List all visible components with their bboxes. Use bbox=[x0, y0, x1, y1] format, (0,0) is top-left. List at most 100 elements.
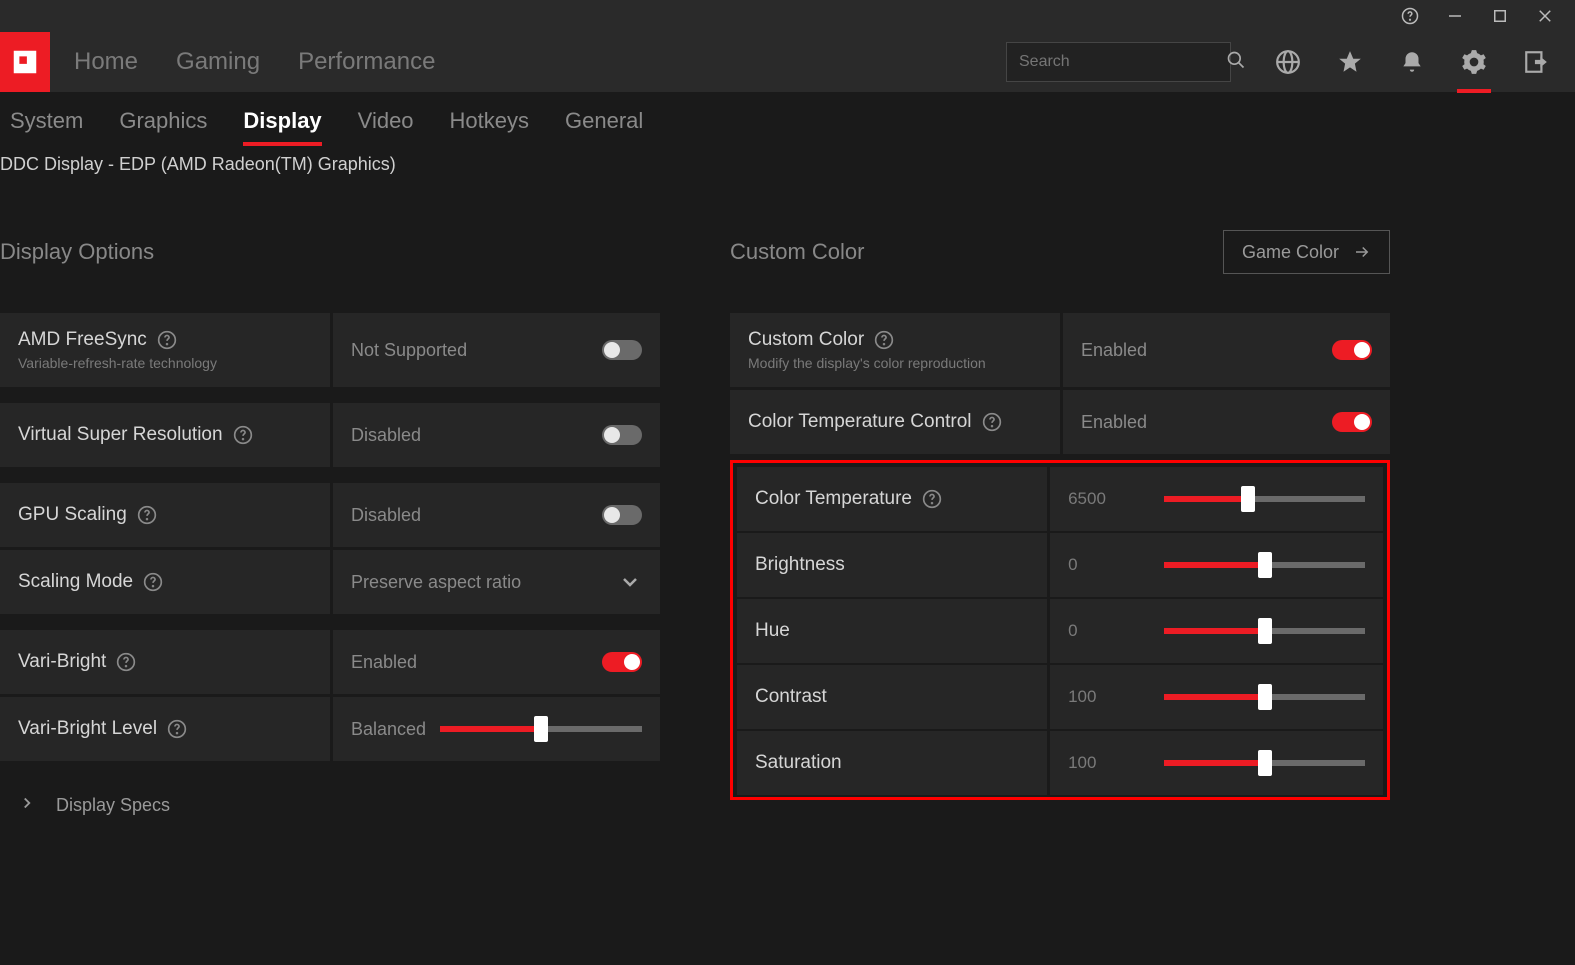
ctc-status: Enabled bbox=[1081, 412, 1147, 433]
ctc-label: Color Temperature Control bbox=[748, 411, 972, 433]
brightness-label: Brightness bbox=[755, 554, 845, 576]
arrow-right-icon bbox=[1353, 243, 1371, 261]
row-saturation: Saturation 100 bbox=[737, 731, 1383, 795]
custom-color-toggle[interactable] bbox=[1332, 340, 1372, 360]
row-vari-bright-level: Vari-Bright Level Balanced bbox=[0, 697, 660, 761]
row-scaling-mode: Scaling Mode Preserve aspect ratio bbox=[0, 550, 660, 614]
ctc-toggle[interactable] bbox=[1332, 412, 1372, 432]
game-color-label: Game Color bbox=[1242, 242, 1339, 263]
search-box[interactable] bbox=[1006, 42, 1231, 82]
vari-bright-slider[interactable] bbox=[426, 726, 642, 732]
vari-bright-status: Enabled bbox=[351, 652, 417, 673]
web-icon[interactable] bbox=[1271, 49, 1305, 75]
tab-performance[interactable]: Performance bbox=[298, 48, 435, 76]
saturation-label: Saturation bbox=[755, 752, 842, 774]
row-custom-color: Custom Color Modify the display's color … bbox=[730, 313, 1390, 387]
search-input[interactable] bbox=[1019, 53, 1226, 71]
star-icon[interactable] bbox=[1333, 49, 1367, 75]
custom-color-status: Enabled bbox=[1081, 340, 1147, 361]
help-icon[interactable] bbox=[1387, 0, 1432, 32]
row-color-temperature: Color Temperature 6500 bbox=[737, 467, 1383, 531]
freesync-label: AMD FreeSync bbox=[18, 329, 147, 351]
help-icon[interactable] bbox=[167, 719, 187, 739]
top-nav: Home Gaming Performance bbox=[0, 32, 1575, 92]
vari-bright-label: Vari-Bright bbox=[18, 651, 106, 673]
row-color-temp-control: Color Temperature Control Enabled bbox=[730, 390, 1390, 454]
help-icon[interactable] bbox=[922, 489, 942, 509]
help-icon[interactable] bbox=[233, 425, 253, 445]
color-temp-slider[interactable] bbox=[1150, 496, 1365, 502]
slider-highlight-box: Color Temperature 6500 Brightness 0 Hue bbox=[730, 460, 1390, 800]
search-icon bbox=[1226, 50, 1246, 75]
help-icon[interactable] bbox=[137, 505, 157, 525]
row-vari-bright: Vari-Bright Enabled bbox=[0, 630, 660, 694]
chevron-right-icon bbox=[18, 794, 36, 817]
brightness-slider[interactable] bbox=[1150, 562, 1365, 568]
display-options-section: Display Options AMD FreeSync Variable-re… bbox=[0, 227, 660, 847]
vari-bright-level-label: Vari-Bright Level bbox=[18, 718, 157, 740]
display-specs-label: Display Specs bbox=[56, 795, 170, 816]
chevron-down-icon bbox=[618, 570, 642, 594]
contrast-slider[interactable] bbox=[1150, 694, 1365, 700]
row-freesync: AMD FreeSync Variable-refresh-rate techn… bbox=[0, 313, 660, 387]
sub-tab-hotkeys[interactable]: Hotkeys bbox=[450, 108, 529, 134]
help-icon[interactable] bbox=[143, 572, 163, 592]
exit-icon[interactable] bbox=[1519, 49, 1553, 75]
saturation-value: 100 bbox=[1068, 753, 1128, 773]
vsr-label: Virtual Super Resolution bbox=[18, 424, 223, 446]
sub-nav: System Graphics Display Video Hotkeys Ge… bbox=[0, 92, 1575, 150]
sub-tab-system[interactable]: System bbox=[10, 108, 83, 134]
vari-bright-level-value: Balanced bbox=[351, 719, 426, 740]
help-icon[interactable] bbox=[874, 330, 894, 350]
tab-gaming[interactable]: Gaming bbox=[176, 48, 260, 76]
gpu-scaling-label: GPU Scaling bbox=[18, 504, 127, 526]
bell-icon[interactable] bbox=[1395, 49, 1429, 75]
row-vsr: Virtual Super Resolution Disabled bbox=[0, 403, 660, 467]
window-chrome bbox=[0, 0, 1575, 32]
display-name: DDC Display - EDP (AMD Radeon(TM) Graphi… bbox=[0, 150, 1575, 187]
row-gpu-scaling: GPU Scaling Disabled bbox=[0, 483, 660, 547]
row-contrast: Contrast 100 bbox=[737, 665, 1383, 729]
scaling-mode-label: Scaling Mode bbox=[18, 571, 133, 593]
custom-color-title: Custom Color bbox=[730, 239, 864, 265]
freesync-status: Not Supported bbox=[351, 340, 467, 361]
game-color-button[interactable]: Game Color bbox=[1223, 230, 1390, 274]
freesync-desc: Variable-refresh-rate technology bbox=[18, 355, 312, 371]
sub-tab-display[interactable]: Display bbox=[243, 108, 321, 134]
help-icon[interactable] bbox=[982, 412, 1002, 432]
gpu-scaling-toggle[interactable] bbox=[602, 505, 642, 525]
hue-value: 0 bbox=[1068, 621, 1128, 641]
row-hue: Hue 0 bbox=[737, 599, 1383, 663]
row-brightness: Brightness 0 bbox=[737, 533, 1383, 597]
contrast-value: 100 bbox=[1068, 687, 1128, 707]
freesync-toggle[interactable] bbox=[602, 340, 642, 360]
gear-icon[interactable] bbox=[1457, 49, 1491, 75]
help-icon[interactable] bbox=[157, 330, 177, 350]
hue-label: Hue bbox=[755, 620, 790, 642]
main-tabs: Home Gaming Performance bbox=[50, 32, 435, 92]
hue-slider[interactable] bbox=[1150, 628, 1365, 634]
vari-bright-toggle[interactable] bbox=[602, 652, 642, 672]
sub-tab-graphics[interactable]: Graphics bbox=[119, 108, 207, 134]
saturation-slider[interactable] bbox=[1150, 760, 1365, 766]
close-button[interactable] bbox=[1522, 0, 1567, 32]
maximize-button[interactable] bbox=[1477, 0, 1522, 32]
custom-color-label: Custom Color bbox=[748, 329, 864, 351]
vsr-status: Disabled bbox=[351, 425, 421, 446]
display-specs-expander[interactable]: Display Specs bbox=[0, 764, 660, 847]
gpu-scaling-status: Disabled bbox=[351, 505, 421, 526]
display-options-title: Display Options bbox=[0, 239, 154, 265]
color-temp-value: 6500 bbox=[1068, 489, 1128, 509]
top-icons bbox=[1249, 32, 1575, 92]
scaling-mode-dropdown[interactable]: Preserve aspect ratio bbox=[333, 550, 660, 614]
tab-home[interactable]: Home bbox=[74, 48, 138, 76]
main-content: Display Options AMD FreeSync Variable-re… bbox=[0, 187, 1575, 847]
amd-logo[interactable] bbox=[0, 32, 50, 92]
sub-tab-video[interactable]: Video bbox=[358, 108, 414, 134]
vsr-toggle[interactable] bbox=[602, 425, 642, 445]
help-icon[interactable] bbox=[116, 652, 136, 672]
sub-tab-general[interactable]: General bbox=[565, 108, 643, 134]
minimize-button[interactable] bbox=[1432, 0, 1477, 32]
contrast-label: Contrast bbox=[755, 686, 827, 708]
scaling-mode-value: Preserve aspect ratio bbox=[351, 572, 521, 593]
